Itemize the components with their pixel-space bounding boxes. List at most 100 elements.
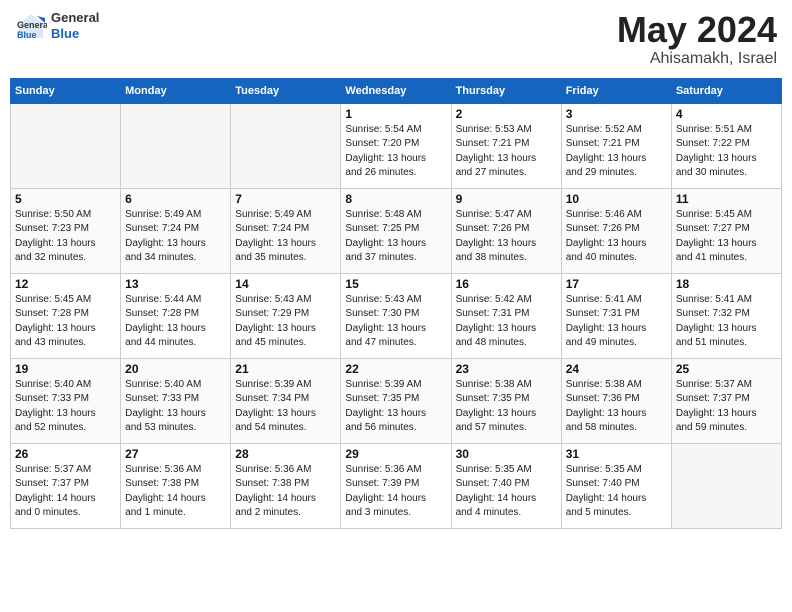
day-info: Sunrise: 5:42 AM Sunset: 7:31 PM Dayligh… [456,293,557,351]
day-number: 8 [345,192,446,206]
calendar-cell: 6 Sunrise: 5:49 AM Sunset: 7:24 PM Daylig… [121,188,231,273]
day-number: 30 [456,447,557,461]
calendar-week-row-3: 12 Sunrise: 5:45 AM Sunset: 7:28 PM Dayli… [11,273,782,358]
day-info: Sunrise: 5:43 AM Sunset: 7:30 PM Dayligh… [345,293,446,351]
day-number: 11 [676,192,777,206]
day-number: 2 [456,107,557,121]
calendar-table: SundayMondayTuesdayWednesdayThursdayFrid… [10,78,782,529]
day-number: 28 [235,447,336,461]
calendar-week-row-4: 19Sunrise: 5:40 AM Sunset: 7:33 PM Dayli… [11,358,782,443]
day-info: Sunrise: 5:39 AM Sunset: 7:35 PM Dayligh… [345,378,446,436]
day-number: 21 [235,362,336,376]
day-info: Sunrise: 5:45 AM Sunset: 7:28 PM Dayligh… [15,293,116,351]
day-info: Sunrise: 5:52 AM Sunset: 7:21 PM Dayligh… [566,123,667,181]
calendar-cell: 9 Sunrise: 5:47 AM Sunset: 7:26 PM Daylig… [451,188,561,273]
calendar-cell: 26 Sunrise: 5:37 AM Sunset: 7:37 PM Dayli… [11,443,121,528]
calendar-week-row-2: 5 Sunrise: 5:50 AM Sunset: 7:23 PM Daylig… [11,188,782,273]
day-info: Sunrise: 5:39 AM Sunset: 7:34 PM Dayligh… [235,378,336,436]
calendar-cell: 19Sunrise: 5:40 AM Sunset: 7:33 PM Dayli… [11,358,121,443]
calendar-cell: 29 Sunrise: 5:36 AM Sunset: 7:39 PM Dayli… [341,443,451,528]
day-number: 5 [15,192,116,206]
day-info: Sunrise: 5:50 AM Sunset: 7:23 PM Dayligh… [15,208,116,266]
calendar-cell: 2 Sunrise: 5:53 AM Sunset: 7:21 PM Daylig… [451,103,561,188]
day-info: Sunrise: 5:36 AM Sunset: 7:38 PM Dayligh… [125,463,226,521]
day-number: 20 [125,362,226,376]
day-info: Sunrise: 5:47 AM Sunset: 7:26 PM Dayligh… [456,208,557,266]
day-number: 19 [15,362,116,376]
calendar-cell: 1 Sunrise: 5:54 AM Sunset: 7:20 PM Daylig… [341,103,451,188]
calendar-cell [231,103,341,188]
calendar-cell: 20Sunrise: 5:40 AM Sunset: 7:33 PM Dayli… [121,358,231,443]
day-info: Sunrise: 5:35 AM Sunset: 7:40 PM Dayligh… [566,463,667,521]
calendar-header-thursday: Thursday [451,78,561,103]
day-info: Sunrise: 5:48 AM Sunset: 7:25 PM Dayligh… [345,208,446,266]
calendar-cell: 25 Sunrise: 5:37 AM Sunset: 7:37 PM Dayli… [671,358,781,443]
day-number: 4 [676,107,777,121]
calendar-cell: 7 Sunrise: 5:49 AM Sunset: 7:24 PM Daylig… [231,188,341,273]
calendar-cell: 13 Sunrise: 5:44 AM Sunset: 7:28 PM Dayli… [121,273,231,358]
day-info: Sunrise: 5:36 AM Sunset: 7:38 PM Dayligh… [235,463,336,521]
calendar-cell: 8 Sunrise: 5:48 AM Sunset: 7:25 PM Daylig… [341,188,451,273]
day-number: 16 [456,277,557,291]
day-number: 22 [345,362,446,376]
day-number: 26 [15,447,116,461]
calendar-cell: 10 Sunrise: 5:46 AM Sunset: 7:26 PM Dayli… [561,188,671,273]
day-info: Sunrise: 5:54 AM Sunset: 7:20 PM Dayligh… [345,123,446,181]
day-number: 1 [345,107,446,121]
day-number: 13 [125,277,226,291]
day-number: 18 [676,277,777,291]
day-number: 24 [566,362,667,376]
day-number: 14 [235,277,336,291]
calendar-cell: 22 Sunrise: 5:39 AM Sunset: 7:35 PM Dayli… [341,358,451,443]
day-number: 25 [676,362,777,376]
day-info: Sunrise: 5:41 AM Sunset: 7:32 PM Dayligh… [676,293,777,351]
day-info: Sunrise: 5:53 AM Sunset: 7:21 PM Dayligh… [456,123,557,181]
calendar-header-tuesday: Tuesday [231,78,341,103]
calendar-cell: 18 Sunrise: 5:41 AM Sunset: 7:32 PM Dayli… [671,273,781,358]
day-info: Sunrise: 5:37 AM Sunset: 7:37 PM Dayligh… [15,463,116,521]
day-number: 6 [125,192,226,206]
day-number: 23 [456,362,557,376]
calendar-cell: 21 Sunrise: 5:39 AM Sunset: 7:34 PM Dayli… [231,358,341,443]
location-title: Ahisamakh, Israel [617,50,777,68]
calendar-cell [11,103,121,188]
calendar-cell: 5 Sunrise: 5:50 AM Sunset: 7:23 PM Daylig… [11,188,121,273]
calendar-cell: 15 Sunrise: 5:43 AM Sunset: 7:30 PM Dayli… [341,273,451,358]
day-info: Sunrise: 5:44 AM Sunset: 7:28 PM Dayligh… [125,293,226,351]
day-info: Sunrise: 5:49 AM Sunset: 7:24 PM Dayligh… [125,208,226,266]
title-block: May 2024 Ahisamakh, Israel [617,10,777,68]
calendar-week-row-1: 1 Sunrise: 5:54 AM Sunset: 7:20 PM Daylig… [11,103,782,188]
month-title: May 2024 [617,10,777,50]
day-info: Sunrise: 5:49 AM Sunset: 7:24 PM Dayligh… [235,208,336,266]
day-number: 9 [456,192,557,206]
calendar-cell: 17Sunrise: 5:41 AM Sunset: 7:31 PM Dayli… [561,273,671,358]
day-number: 12 [15,277,116,291]
day-info: Sunrise: 5:46 AM Sunset: 7:26 PM Dayligh… [566,208,667,266]
day-number: 29 [345,447,446,461]
calendar-header-sunday: Sunday [11,78,121,103]
calendar-cell: 16 Sunrise: 5:42 AM Sunset: 7:31 PM Dayli… [451,273,561,358]
calendar-header-friday: Friday [561,78,671,103]
logo: General Blue General Blue [15,10,99,42]
calendar-cell [121,103,231,188]
calendar-cell: 27Sunrise: 5:36 AM Sunset: 7:38 PM Dayli… [121,443,231,528]
svg-text:General: General [17,20,47,30]
calendar-cell: 4 Sunrise: 5:51 AM Sunset: 7:22 PM Daylig… [671,103,781,188]
logo-general-text: General [51,10,99,26]
calendar-week-row-5: 26 Sunrise: 5:37 AM Sunset: 7:37 PM Dayli… [11,443,782,528]
day-info: Sunrise: 5:37 AM Sunset: 7:37 PM Dayligh… [676,378,777,436]
logo-icon: General Blue [15,10,47,42]
day-number: 31 [566,447,667,461]
day-number: 17 [566,277,667,291]
day-number: 10 [566,192,667,206]
calendar-cell: 23 Sunrise: 5:38 AM Sunset: 7:35 PM Dayli… [451,358,561,443]
day-number: 15 [345,277,446,291]
calendar-cell [671,443,781,528]
day-info: Sunrise: 5:51 AM Sunset: 7:22 PM Dayligh… [676,123,777,181]
day-info: Sunrise: 5:38 AM Sunset: 7:35 PM Dayligh… [456,378,557,436]
day-info: Sunrise: 5:36 AM Sunset: 7:39 PM Dayligh… [345,463,446,521]
calendar-cell: 31 Sunrise: 5:35 AM Sunset: 7:40 PM Dayli… [561,443,671,528]
day-number: 7 [235,192,336,206]
svg-text:Blue: Blue [17,30,37,40]
day-info: Sunrise: 5:38 AM Sunset: 7:36 PM Dayligh… [566,378,667,436]
